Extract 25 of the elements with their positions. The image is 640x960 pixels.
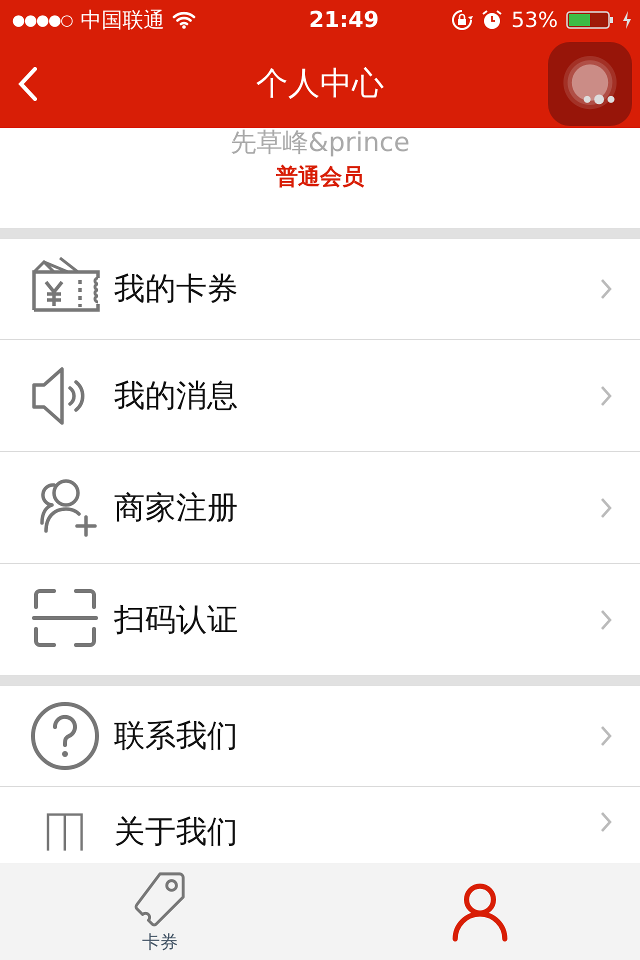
menu-item[interactable]: 联系我们 <box>0 686 640 786</box>
charging-icon <box>622 10 632 30</box>
member-level: 普通会员 <box>276 164 364 192</box>
signal-strength: ●●●●○ <box>12 11 72 29</box>
floating-button[interactable] <box>548 42 632 126</box>
rotation-lock-icon <box>451 9 474 31</box>
chevron-icon <box>600 608 612 630</box>
page-title: 个人中心 <box>256 63 384 104</box>
menu-item[interactable]: 我的卡券 <box>0 239 640 339</box>
carrier-name: 中国联通 <box>80 7 164 34</box>
status-time: 21:49 <box>308 8 379 32</box>
battery-icon <box>566 10 614 30</box>
alarm-icon <box>481 9 504 31</box>
menu-item[interactable]: 我的消息 <box>0 339 640 451</box>
battery-percentage: 53% <box>511 8 558 32</box>
menu-item[interactable]: 关于我们 <box>0 786 640 852</box>
chevron-icon <box>600 811 612 833</box>
wifi-icon <box>172 11 196 29</box>
help-icon <box>30 701 102 771</box>
menu-item[interactable]: 商家注册 <box>0 451 640 563</box>
chevron-icon <box>600 496 612 518</box>
chevron-icon <box>600 725 612 747</box>
chevron-icon <box>600 384 612 406</box>
user-name: 先草峰&prince <box>230 128 410 158</box>
chevron-icon <box>600 278 612 300</box>
